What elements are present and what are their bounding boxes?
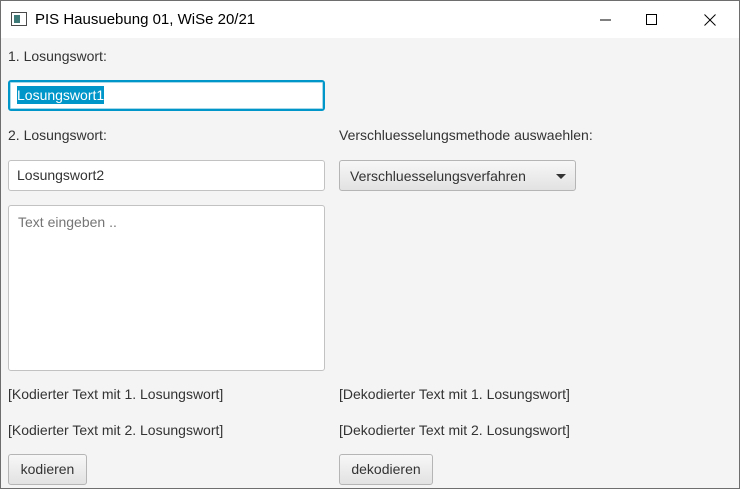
app-window: PIS Hausuebung 01, WiSe 20/21 1. Losungs… [0,0,740,489]
close-button[interactable] [687,1,733,38]
maximize-icon [646,14,657,25]
decoded-text-1: [Dekodierter Text mit 1. Losungswort] [339,386,570,402]
title-bar[interactable]: PIS Hausuebung 01, WiSe 20/21 [1,1,739,38]
window-title: PIS Hausuebung 01, WiSe 20/21 [35,11,256,28]
password-2-field[interactable]: Losungswort2 [8,160,325,191]
label-method: Verschluesselungsmethode auswaehlen: [339,127,593,143]
close-icon [704,14,716,26]
password-1-field[interactable]: Losungswort1 [8,80,325,111]
password-1-value: Losungswort1 [17,86,105,104]
method-dropdown[interactable]: Verschluesselungsverfahren [339,160,576,191]
decode-button[interactable]: dekodieren [339,454,433,485]
method-selected-value: Verschluesselungsverfahren [350,168,526,184]
form-content: 1. Losungswort: Losungswort1 2. Losungsw… [1,38,739,488]
encoded-text-1: [Kodierter Text mit 1. Losungswort] [8,386,224,402]
encode-button[interactable]: kodieren [8,454,87,485]
minimize-icon [600,19,611,21]
chevron-down-icon [556,174,566,179]
label-password-1: 1. Losungswort: [8,48,107,64]
app-icon [11,12,27,26]
encoded-text-2: [Kodierter Text mit 2. Losungswort] [8,422,224,438]
label-password-2: 2. Losungswort: [8,127,107,143]
maximize-button[interactable] [629,1,675,38]
password-2-value: Losungswort2 [17,167,105,183]
decoded-text-2: [Dekodierter Text mit 2. Losungswort] [339,422,570,438]
text-input-area[interactable] [8,205,325,371]
minimize-button[interactable] [583,1,629,38]
